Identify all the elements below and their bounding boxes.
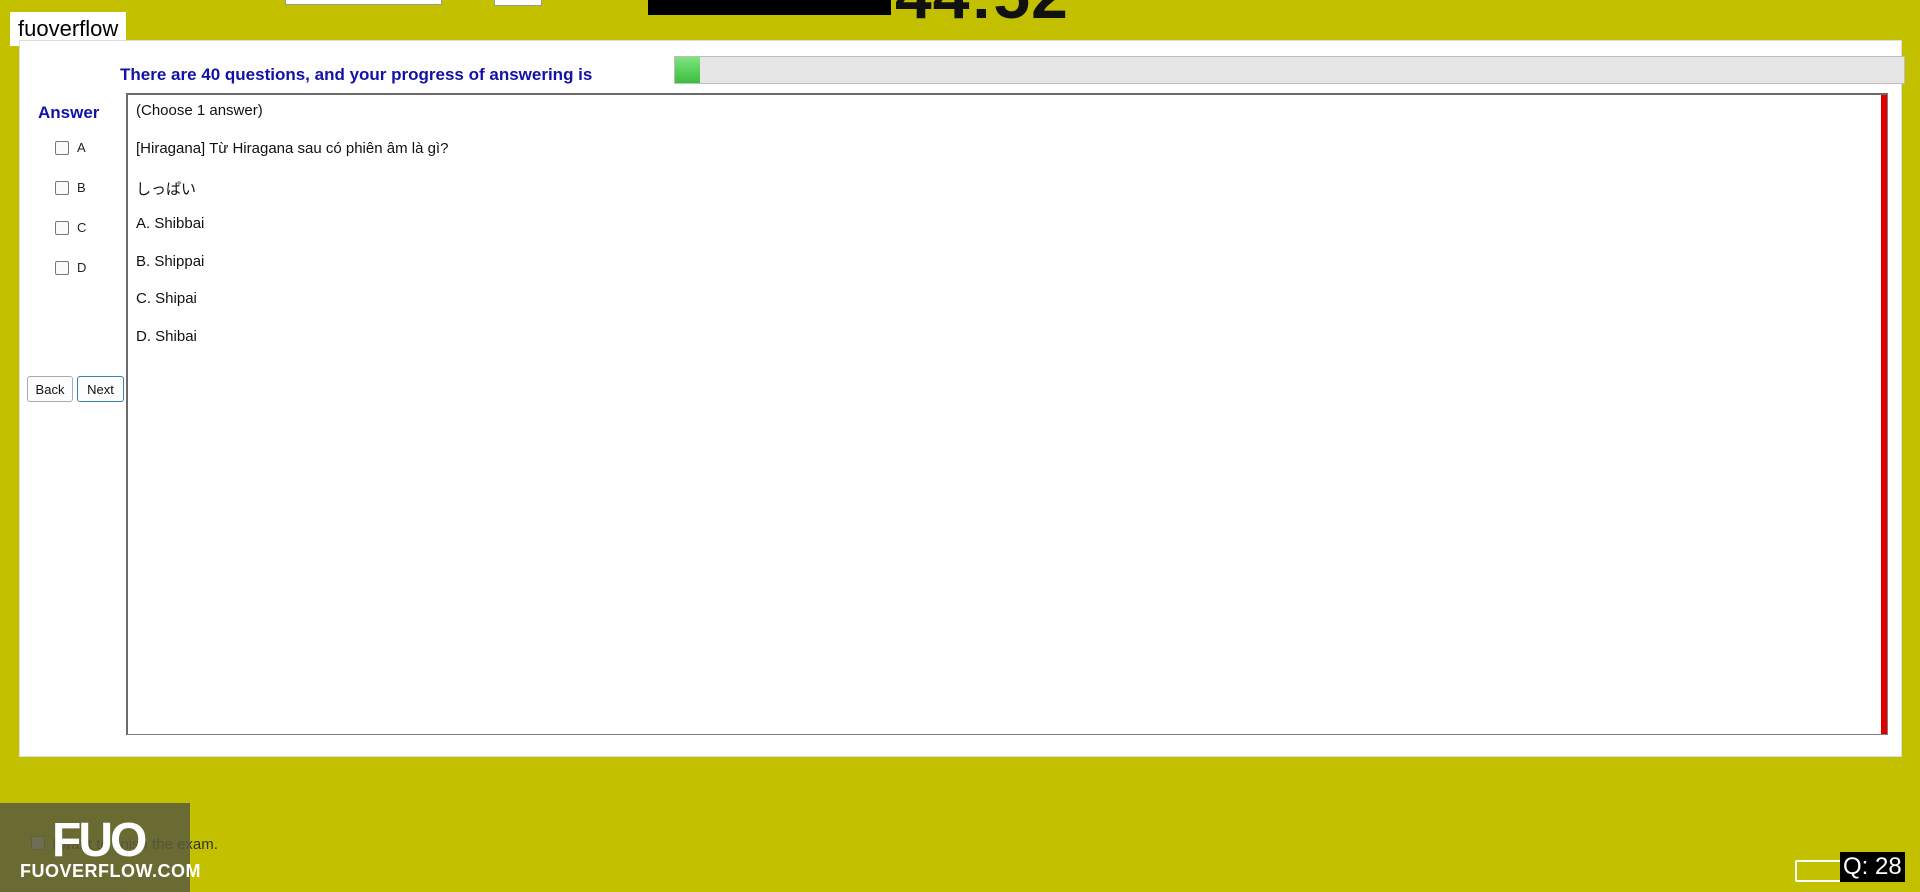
question-instruction: (Choose 1 answer) bbox=[136, 102, 263, 119]
answer-title: Answer bbox=[38, 103, 100, 122]
logo-sub-text: FUOVERFLOW.COM bbox=[20, 861, 201, 881]
option-b-label: B bbox=[77, 180, 86, 195]
question-word: しっぱい bbox=[136, 181, 197, 198]
scrollbar-indicator[interactable] bbox=[1881, 95, 1887, 734]
checkbox-b[interactable] bbox=[55, 180, 69, 195]
option-c[interactable]: C bbox=[55, 220, 86, 235]
logo-main-text: FUO bbox=[52, 814, 147, 867]
timer-box bbox=[648, 0, 891, 15]
counter-outline bbox=[1795, 860, 1843, 882]
progress-label: There are 40 questions, and your progres… bbox=[120, 65, 593, 84]
option-a[interactable]: A bbox=[55, 140, 86, 155]
timer-text: 44:52 bbox=[895, 0, 1069, 28]
progress-fill bbox=[675, 57, 700, 83]
top-field-2[interactable] bbox=[494, 0, 542, 6]
choice-b: B. Shippai bbox=[136, 253, 205, 270]
top-field-1[interactable] bbox=[285, 0, 442, 5]
option-a-label: A bbox=[77, 140, 86, 155]
progress-bar bbox=[674, 56, 1905, 84]
choice-c: C. Shipai bbox=[136, 290, 197, 307]
back-button[interactable]: Back bbox=[27, 376, 73, 402]
option-b[interactable]: B bbox=[55, 180, 86, 195]
question-box: (Choose 1 answer) [Hiragana] Từ Hiragana… bbox=[126, 93, 1888, 735]
choice-d: D. Shibai bbox=[136, 328, 197, 345]
option-c-label: C bbox=[77, 220, 87, 235]
option-d[interactable]: D bbox=[55, 260, 86, 275]
top-strip: 44:52 bbox=[0, 0, 1920, 40]
checkbox-d[interactable] bbox=[55, 260, 69, 275]
question-counter: Q: 28 bbox=[1840, 852, 1905, 882]
choice-a: A. Shibbai bbox=[136, 215, 205, 232]
checkbox-c[interactable] bbox=[55, 220, 69, 235]
next-button[interactable]: Next bbox=[77, 376, 124, 402]
exam-panel: There are 40 questions, and your progres… bbox=[19, 40, 1905, 757]
fuoverflow-logo: FUO FUOVERFLOW.COM bbox=[0, 803, 201, 892]
question-prompt: [Hiragana] Từ Hiragana sau có phiên âm l… bbox=[136, 140, 449, 157]
option-d-label: D bbox=[77, 260, 87, 275]
checkbox-a[interactable] bbox=[55, 140, 69, 155]
